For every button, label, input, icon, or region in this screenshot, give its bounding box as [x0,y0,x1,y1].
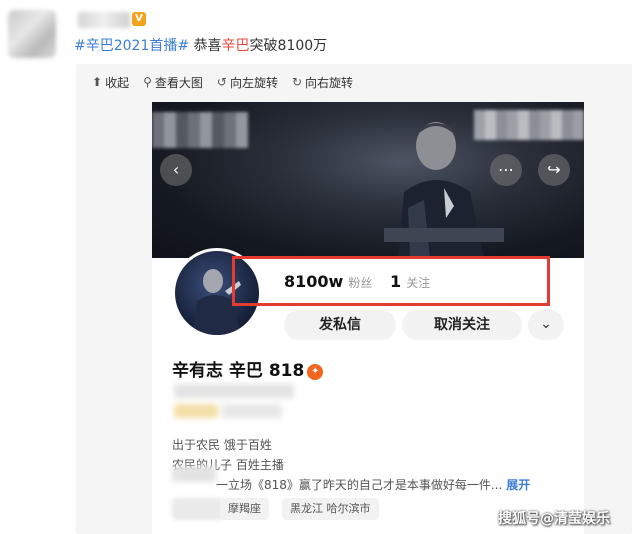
collapse-label: 收起 [105,75,130,90]
profile-screenshot: ‹ ⋯ ↪ 8100w 粉丝 1 关注 发私信 取消关注 ⌄ 辛有志 辛巴 81… [152,102,584,534]
rotate-right-button[interactable]: ↻ 向右旋转 [292,72,353,92]
followers-label: 粉丝 [348,276,373,290]
blurred-badge [174,404,218,418]
more-dots-icon[interactable]: ⋯ [490,154,522,186]
hashtag-link[interactable]: #辛巴2021首播# [74,38,189,54]
collapse-button[interactable]: ⬆ 收起 [92,72,129,92]
watermark: 搜狐号@清莹娱乐 [498,511,610,527]
post-text-before: 恭喜 [189,38,222,54]
poster-name-blurred[interactable] [78,12,130,28]
blurred-tag [172,498,224,520]
profile-name: 辛有志 辛巴 818 ✦ [172,356,324,381]
expand-link[interactable]: 展开 [506,478,530,492]
verified-badge-icon: ✦ [307,364,324,380]
message-button[interactable]: 发私信 [284,310,396,340]
chevron-down-icon[interactable]: ⌄ [528,310,564,340]
blurred-bio-prefix [172,466,216,482]
profile-name-text: 辛有志 辛巴 818 [172,361,305,381]
following-label: 关注 [406,276,431,290]
profile-banner: ‹ ⋯ ↪ [152,102,584,258]
bio-line-3: 一立场《818》赢了昨天的自己才是本事做好每一件... 展开 [216,476,530,493]
rotate-right-label: 向右旋转 [305,75,354,90]
unfollow-button[interactable]: 取消关注 [402,310,522,340]
image-toolbar: ⬆ 收起 ⚲ 查看大图 ↺ 向左旋转 ↻ 向右旋转 [92,72,353,92]
view-large-label: 查看大图 [154,75,203,90]
vip-badge-icon: V [132,12,146,26]
bio-line-3-text: 一立场《818》赢了昨天的自己才是本事做好每一件... [216,478,503,492]
rotate-left-button[interactable]: ↺ 向左旋转 [217,72,278,92]
tag-zodiac[interactable]: 摩羯座 [220,498,269,520]
post-text: #辛巴2021首播# 恭喜辛巴突破8100万 [74,37,327,55]
blurred-info-line [174,384,294,398]
view-large-button[interactable]: ⚲ 查看大图 [143,72,203,92]
collapse-icon: ⬆ [92,75,103,89]
following-stat[interactable]: 1 关注 [390,272,430,291]
back-icon[interactable]: ‹ [160,154,192,186]
rotate-left-icon: ↺ [216,75,227,89]
blurred-overlay-right [474,110,584,140]
rotate-right-icon: ↻ [291,75,303,89]
tag-location[interactable]: 黑龙江 哈尔滨市 [282,498,379,520]
followers-count: 8100w [284,272,344,291]
magnifier-icon: ⚲ [143,75,152,89]
highlighted-keyword[interactable]: 辛巴 [222,38,250,54]
blurred-overlay-left [152,112,248,148]
bio-line-1: 出于农民 饿于百姓 [172,438,272,452]
post-text-after: 突破8100万 [249,38,328,54]
poster-avatar[interactable] [8,10,56,58]
blurred-info-text [222,404,282,418]
following-count: 1 [390,272,402,291]
rotate-left-label: 向左旋转 [229,75,278,90]
share-icon[interactable]: ↪ [538,154,570,186]
followers-stat[interactable]: 8100w 粉丝 [284,272,372,291]
